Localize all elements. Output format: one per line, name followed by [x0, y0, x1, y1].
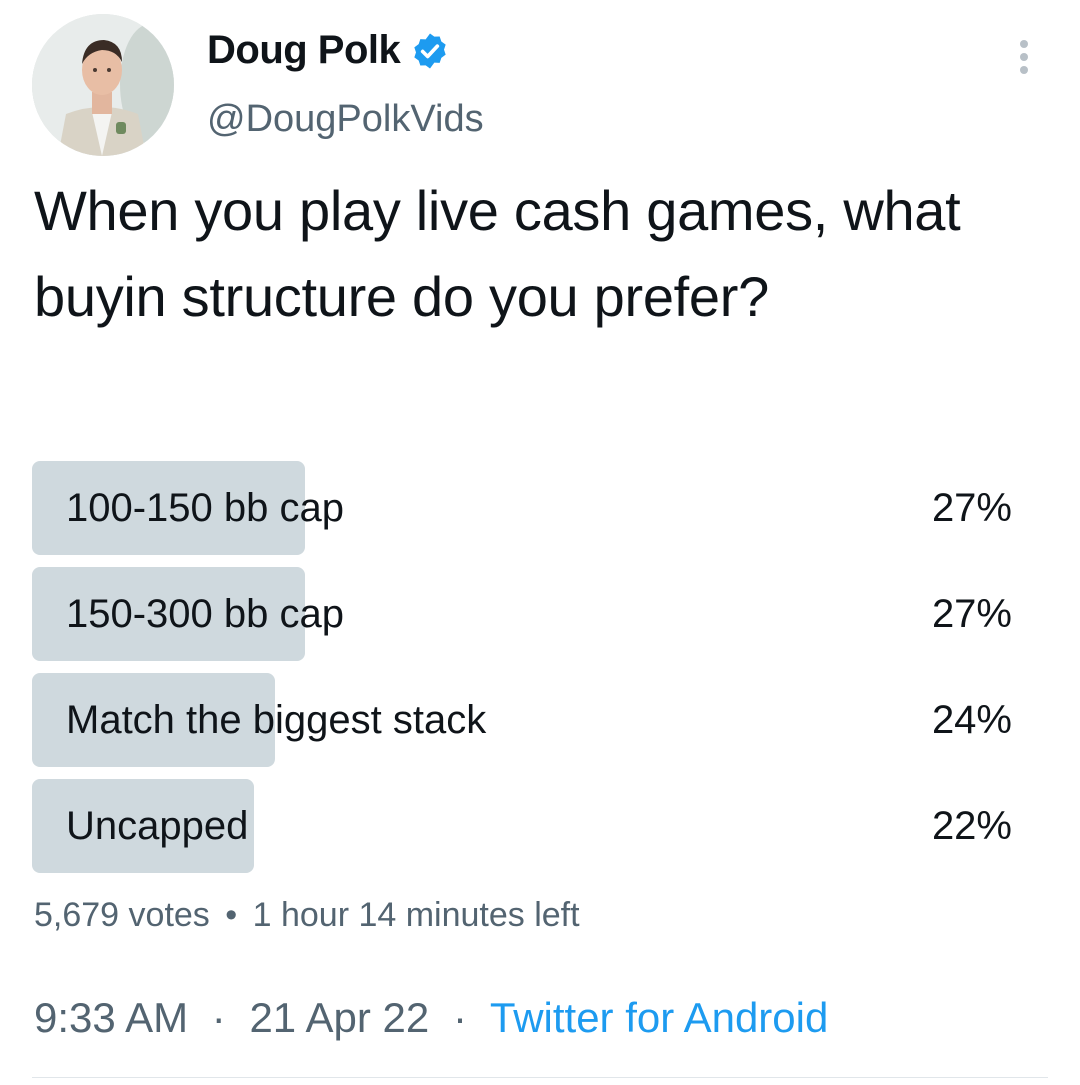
divider	[32, 1077, 1048, 1078]
profile-photo	[32, 14, 174, 156]
poll-option-percent: 22%	[931, 804, 1012, 848]
poll-separator: •	[225, 896, 238, 934]
author-row: Doug Polk	[207, 28, 450, 73]
poll-summary: 5,679 votes • 1 hour 14 minutes left	[34, 896, 580, 935]
poll-vote-count: 5,679 votes	[34, 896, 210, 934]
poll-option-label: Uncapped	[66, 804, 249, 848]
verified-badge-icon	[410, 31, 450, 71]
poll: 100-150 bb cap 27% 150-300 bb cap 27% Ma…	[32, 461, 1012, 885]
poll-time-left: 1 hour 14 minutes left	[252, 896, 580, 934]
poll-option-label: 150-300 bb cap	[66, 592, 345, 636]
poll-option: Uncapped 22%	[32, 779, 1012, 873]
poll-option-label: Match the biggest stack	[66, 698, 487, 742]
poll-option: Match the biggest stack 24%	[32, 673, 1012, 767]
poll-option: 150-300 bb cap 27%	[32, 567, 1012, 661]
poll-option-label: 100-150 bb cap	[66, 486, 345, 530]
tweet-time[interactable]: 9:33 AM	[34, 994, 188, 1041]
more-vertical-icon[interactable]	[1012, 40, 1036, 80]
poll-option-percent: 24%	[931, 698, 1012, 742]
timestamp-separator: ·	[452, 994, 467, 1041]
avatar[interactable]	[32, 14, 174, 156]
tweet-timestamp: 9:33 AM · 21 Apr 22 · Twitter for Androi…	[34, 994, 828, 1042]
timestamp-separator: ·	[211, 994, 226, 1041]
poll-option: 100-150 bb cap 27%	[32, 461, 1012, 555]
tweet-text: When you play live cash games, what buyi…	[34, 179, 961, 328]
tweet-date[interactable]: 21 Apr 22	[249, 994, 429, 1041]
tweet-source-link[interactable]: Twitter for Android	[490, 994, 828, 1041]
author-handle[interactable]: @DougPolkVids	[207, 98, 484, 141]
author-name[interactable]: Doug Polk	[207, 28, 401, 73]
poll-option-percent: 27%	[931, 592, 1012, 636]
poll-option-percent: 27%	[931, 486, 1012, 530]
